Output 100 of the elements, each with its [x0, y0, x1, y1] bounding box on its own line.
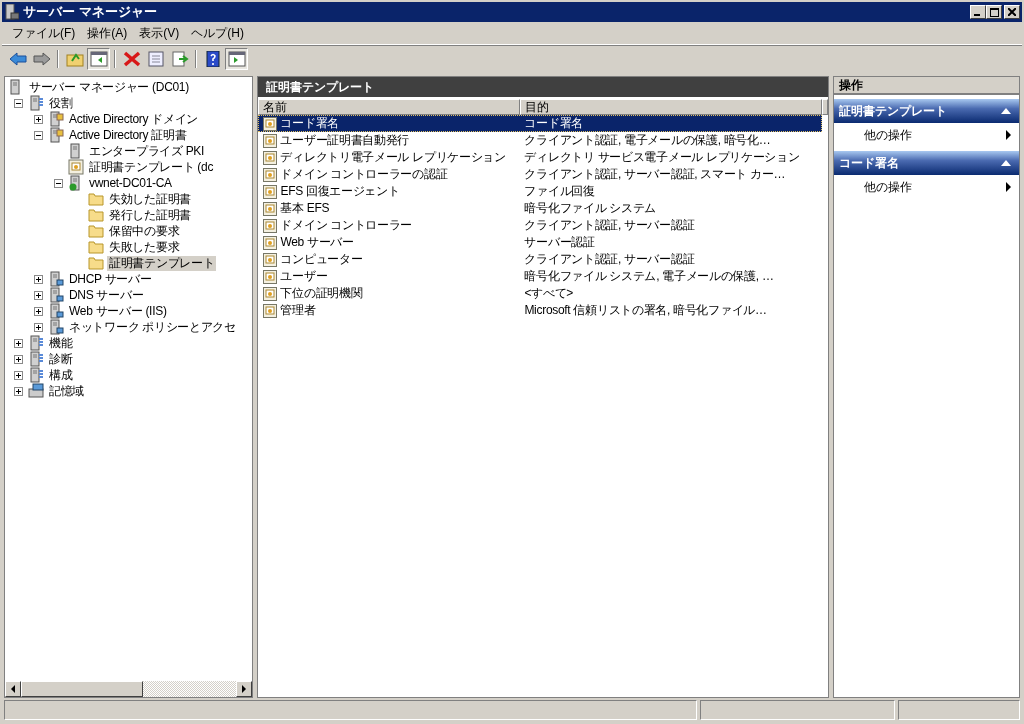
show-tree-button[interactable]	[87, 48, 110, 70]
menu-item[interactable]: ファイル(F)	[6, 24, 82, 42]
template-purpose: ファイル回復	[523, 183, 596, 200]
action-item[interactable]: 他の操作	[834, 175, 1019, 199]
maximize-icon	[989, 7, 999, 17]
folder-icon	[88, 239, 104, 255]
list-row[interactable]: 下位の証明機関 <すべて>	[258, 285, 823, 302]
tree-item[interactable]: 発行した証明書	[107, 207, 193, 223]
tree-item[interactable]: ネットワーク ポリシーとアクセ	[67, 319, 238, 335]
column-header[interactable]: 名前	[258, 99, 521, 115]
expand-icon[interactable]	[33, 322, 43, 332]
expand-icon[interactable]	[33, 274, 43, 284]
horizontal-scrollbar[interactable]	[5, 681, 253, 697]
template-purpose: <すべて>	[523, 285, 574, 302]
tree-item[interactable]: Active Directory 証明書	[67, 127, 189, 143]
folder-icon	[88, 207, 104, 223]
tree-item[interactable]: vwnet-DC01-CA	[87, 175, 174, 191]
maximize-button[interactable]	[986, 5, 1002, 19]
arrow-right-icon[interactable]	[241, 685, 248, 693]
expand-icon[interactable]	[13, 370, 23, 380]
list-row[interactable]: ユーザー証明書自動発行 クライアント認証, 電子メールの保護, 暗号化…	[258, 132, 823, 149]
tree-item[interactable]: 構成	[47, 367, 75, 383]
arrow-right-icon	[1006, 182, 1011, 192]
certificate-icon	[68, 159, 84, 175]
tree-item[interactable]: 役割	[47, 95, 75, 111]
template-name: ユーザー証明書自動発行	[280, 132, 410, 149]
tree-item[interactable]: エンタープライズ PKI	[87, 143, 207, 159]
arrow-left-icon[interactable]	[10, 685, 16, 693]
menu-item[interactable]: 表示(V)	[133, 24, 186, 42]
tree-item[interactable]: サーバー マネージャー (DC01)	[27, 79, 191, 95]
expand-icon[interactable]	[33, 306, 43, 316]
template-name: コンピューター	[280, 251, 363, 268]
list-row[interactable]: EFS 回復エージェント ファイル回復	[258, 183, 823, 200]
list-row[interactable]: コード署名 コード署名	[258, 115, 823, 132]
template-purpose: クライアント認証, サーバー認証	[523, 217, 696, 234]
expand-icon[interactable]	[33, 114, 43, 124]
tree-item[interactable]: Active Directory ドメイン	[67, 111, 201, 127]
certificate-icon	[263, 286, 278, 301]
template-purpose: クライアント認証, サーバー認証, スマート カー…	[523, 166, 787, 183]
collapse-icon[interactable]	[13, 98, 23, 108]
certificate-icon	[263, 167, 278, 182]
list-row[interactable]: コンピューター クライアント認証, サーバー認証	[258, 251, 823, 268]
close-icon	[1008, 8, 1016, 16]
action-item[interactable]: 他の操作	[834, 123, 1019, 147]
expand-icon[interactable]	[13, 338, 23, 348]
network-server-icon	[48, 287, 64, 303]
server-stack-icon	[28, 95, 44, 111]
tree-item[interactable]: 記憶域	[47, 383, 87, 399]
expand-icon[interactable]	[33, 290, 43, 300]
column-header[interactable]: 目的	[520, 99, 823, 115]
collapse-icon[interactable]	[1001, 108, 1011, 114]
collapse-icon[interactable]	[33, 130, 43, 140]
certificate-icon	[263, 269, 278, 284]
list-row[interactable]: 管理者 Microsoft 信頼リストの署名, 暗号化ファイル…	[258, 302, 823, 319]
list-row[interactable]: Web サーバー サーバー認証	[258, 234, 823, 251]
tree-item[interactable]: 機能	[47, 335, 75, 351]
tree-item[interactable]: 証明書テンプレート (dc	[87, 159, 216, 175]
template-purpose: 暗号化ファイル システム, 電子メールの保護, …	[523, 268, 775, 285]
tree-item[interactable]: DNS サーバー	[67, 287, 146, 303]
expand-icon[interactable]	[13, 354, 23, 364]
collapse-icon[interactable]	[53, 178, 63, 188]
certificate-icon	[263, 116, 278, 131]
list-row[interactable]: ドメイン コントローラーの認証 クライアント認証, サーバー認証, スマート カー…	[258, 166, 823, 183]
action-section-header[interactable]: 証明書テンプレート	[834, 99, 1019, 123]
template-purpose: クライアント認証, サーバー認証	[523, 251, 696, 268]
actions-title: 操作	[834, 77, 1019, 95]
template-name: ドメイン コントローラー	[280, 217, 413, 234]
certificate-icon	[263, 184, 278, 199]
tree-item[interactable]: 診断	[47, 351, 75, 367]
minimize-button[interactable]	[970, 5, 986, 19]
certificate-icon	[263, 201, 278, 216]
expand-icon[interactable]	[13, 386, 23, 396]
server-badge-icon	[48, 111, 64, 127]
show-actions-button[interactable]	[225, 48, 248, 70]
network-server-icon	[48, 303, 64, 319]
tree-item[interactable]: 保留中の要求	[107, 223, 182, 239]
certificate-icon	[263, 133, 278, 148]
tree-item[interactable]: 失効した証明書	[107, 191, 193, 207]
menu-item[interactable]: 操作(A)	[81, 24, 134, 42]
template-purpose: クライアント認証, 電子メールの保護, 暗号化…	[523, 132, 772, 149]
tree-item[interactable]: 失敗した要求	[107, 239, 182, 255]
network-server-icon	[48, 319, 64, 335]
certificate-icon	[263, 252, 278, 267]
close-button[interactable]	[1004, 5, 1020, 19]
tree-item[interactable]: DHCP サーバー	[67, 271, 154, 287]
action-section-header[interactable]: コード署名	[834, 151, 1019, 175]
menu-item[interactable]: ヘルプ(H)	[185, 24, 250, 42]
pane-title: 証明書テンプレート	[266, 78, 375, 96]
collapse-icon[interactable]	[1001, 160, 1011, 166]
list-row[interactable]: 基本 EFS 暗号化ファイル システム	[258, 200, 823, 217]
list-row[interactable]: ドメイン コントローラー クライアント認証, サーバー認証	[258, 217, 823, 234]
template-purpose: ディレクトリ サービス電子メール レプリケーション	[523, 149, 801, 166]
template-name: コード署名	[280, 115, 339, 132]
tree-item[interactable]: 証明書テンプレート	[107, 255, 217, 271]
template-name: ドメイン コントローラーの認証	[280, 166, 448, 183]
template-name: 基本 EFS	[280, 200, 330, 217]
list-row[interactable]: ディレクトリ電子メール レプリケーション ディレクトリ サービス電子メール レプリケーション	[258, 149, 823, 166]
tree-item[interactable]: Web サーバー (IIS)	[67, 303, 169, 319]
list-row[interactable]: ユーザー 暗号化ファイル システム, 電子メールの保護, …	[258, 268, 823, 285]
section-title: コード署名	[839, 154, 900, 172]
